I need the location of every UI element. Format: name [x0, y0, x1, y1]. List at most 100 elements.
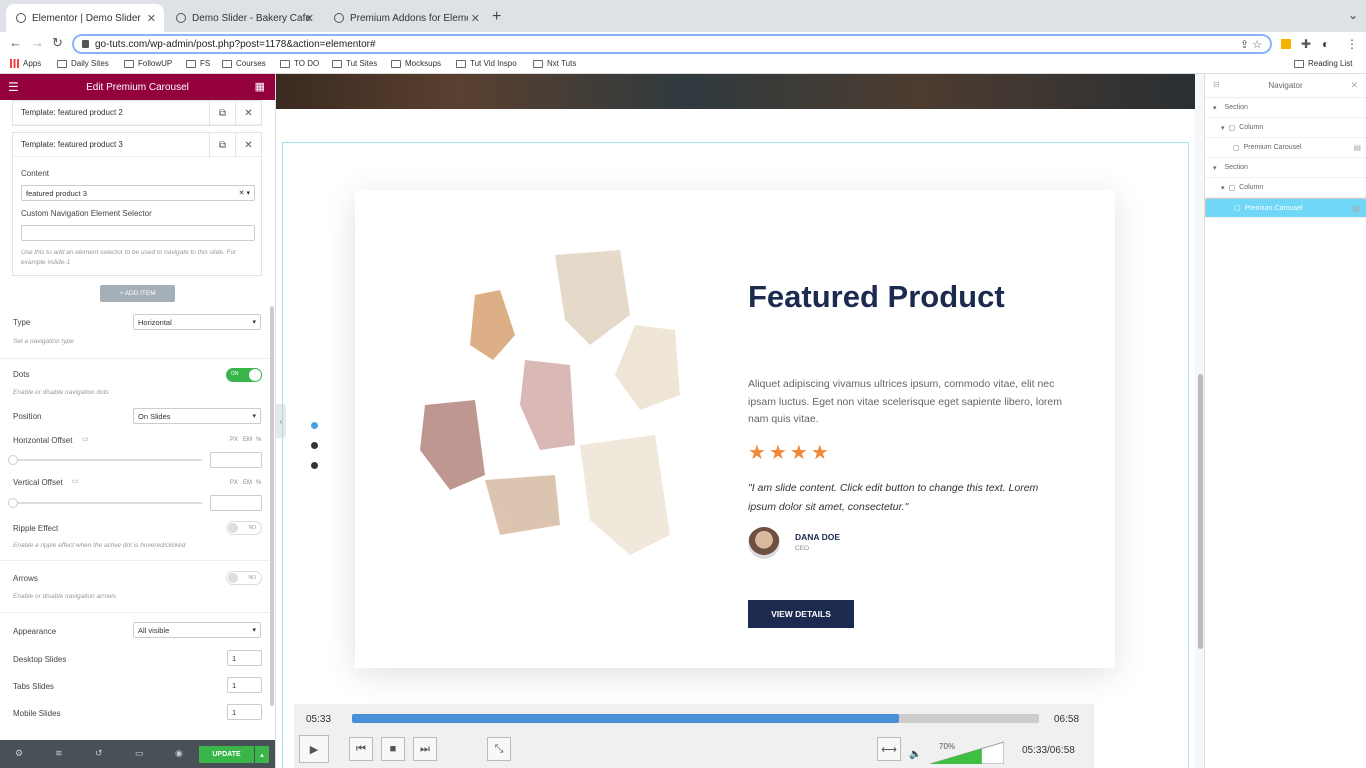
unit-em[interactable]: EM: [243, 437, 252, 443]
stretch-icon[interactable]: ⟷: [877, 737, 901, 761]
duplicate-icon[interactable]: ⧉: [209, 133, 235, 157]
bookmark-followup[interactable]: FollowUP: [124, 59, 172, 68]
chevron-up-icon[interactable]: ▴: [255, 746, 269, 763]
layers-icon[interactable]: ≋: [55, 748, 63, 759]
unit-percent[interactable]: %: [256, 437, 261, 443]
duplicate-icon[interactable]: ⧉: [209, 101, 235, 125]
responsive-icon[interactable]: ▭: [135, 748, 144, 759]
profile-icon[interactable]: ◐: [1322, 37, 1329, 51]
hamburger-icon[interactable]: ☰: [8, 80, 19, 94]
toggle-visibility-icon[interactable]: ▤: [1352, 204, 1360, 213]
close-icon[interactable]: ✕: [235, 133, 261, 157]
seek-bar[interactable]: [352, 714, 1039, 723]
h-offset-slider-handle[interactable]: [8, 455, 18, 465]
bookmark-fs[interactable]: FS: [186, 59, 210, 68]
bookmark-daily-sites[interactable]: Daily Sites: [57, 59, 109, 68]
ripple-toggle[interactable]: NO: [226, 521, 262, 535]
bookmark-todo[interactable]: TO DO: [280, 59, 319, 68]
v-offset-input[interactable]: [210, 495, 262, 511]
carousel-slide-card[interactable]: Featured Product Aliquet adipiscing viva…: [355, 190, 1115, 668]
close-icon[interactable]: ✕: [147, 12, 156, 25]
type-select[interactable]: Horizontal ▾: [133, 314, 261, 330]
carousel-dot[interactable]: [311, 462, 318, 469]
repeater-item-3[interactable]: Template: featured product 3 ⧉ ✕ Content…: [12, 132, 262, 276]
close-icon[interactable]: ✕: [305, 12, 314, 25]
unit-px[interactable]: PX: [230, 480, 238, 486]
navigator-item[interactable]: ▢ Premium Carousel ▤: [1205, 138, 1366, 158]
arrows-toggle[interactable]: NO: [226, 571, 262, 585]
close-icon[interactable]: ✕: [1350, 80, 1358, 91]
carousel-dot[interactable]: [311, 442, 318, 449]
skip-back-icon[interactable]: ⏮: [349, 737, 373, 761]
reload-icon[interactable]: ↻: [52, 35, 63, 51]
desktop-icon[interactable]: ▭: [82, 435, 89, 443]
desktop-icon[interactable]: ▭: [72, 477, 79, 485]
panel-scrollbar[interactable]: [270, 306, 274, 706]
carousel-dot[interactable]: [311, 422, 318, 429]
desktop-slides-input[interactable]: 1: [227, 650, 262, 666]
chevron-down-icon[interactable]: ▾: [1221, 124, 1225, 132]
unit-px[interactable]: PX: [230, 437, 238, 443]
bookmark-courses[interactable]: Courses: [222, 59, 266, 68]
play-button[interactable]: ▶: [299, 735, 329, 763]
puzzle-icon[interactable]: ✚: [1301, 37, 1311, 51]
reading-list[interactable]: Reading List: [1294, 59, 1352, 68]
tabs-slides-input[interactable]: 1: [227, 677, 262, 693]
expand-all-icon[interactable]: ⊟: [1213, 80, 1220, 89]
navigator-item[interactable]: ▢ Premium Carousel ▤: [1205, 198, 1366, 218]
mobile-slides-input[interactable]: 1: [227, 704, 262, 720]
content-select[interactable]: featured product 3 ✕ ▾: [21, 185, 255, 201]
h-offset-input[interactable]: [210, 452, 262, 468]
unit-em[interactable]: EM: [243, 480, 252, 486]
navigator-item[interactable]: ▾ ▢ Column: [1205, 178, 1366, 198]
view-details-button[interactable]: VIEW DETAILS: [748, 600, 854, 628]
custom-nav-input[interactable]: [21, 225, 255, 241]
appearance-select[interactable]: All visible ▾: [133, 622, 261, 638]
add-item-button[interactable]: + ADD ITEM: [100, 285, 175, 302]
dots-toggle[interactable]: ON: [226, 368, 262, 382]
url-input[interactable]: go-tuts.com/wp-admin/post.php?post=1178&…: [72, 34, 1272, 54]
close-icon[interactable]: ✕: [471, 12, 480, 25]
close-icon[interactable]: ✕: [235, 101, 261, 125]
v-offset-slider-handle[interactable]: [8, 498, 18, 508]
bookmark-tut-sites[interactable]: Tut Sites: [332, 59, 377, 68]
h-offset-slider[interactable]: [12, 459, 202, 461]
back-arrow-icon[interactable]: ←: [9, 35, 22, 50]
volume-icon[interactable]: 🔈: [909, 749, 921, 760]
bookmark-apps[interactable]: Apps: [10, 59, 41, 68]
new-tab-button[interactable]: +: [492, 8, 501, 26]
chevron-down-icon[interactable]: ⌄: [1348, 8, 1358, 22]
preview-eye-icon[interactable]: ◉: [175, 748, 183, 759]
menu-kebab-icon[interactable]: ⋮: [1346, 37, 1358, 51]
canvas-scrollbar[interactable]: [1198, 374, 1203, 649]
chevron-down-icon[interactable]: ▾: [1221, 184, 1225, 192]
skip-forward-icon[interactable]: ⏭: [413, 737, 437, 761]
bookmark-mocksups[interactable]: Mocksups: [391, 59, 441, 68]
chevron-down-icon[interactable]: ▾: [1213, 104, 1217, 112]
toggle-visibility-icon[interactable]: ▤: [1353, 143, 1361, 152]
bookmark-tut-vid-inspo[interactable]: Tut Vid Inspo: [456, 59, 517, 68]
position-select[interactable]: On Slides ▾: [133, 408, 261, 424]
repeater-item-2[interactable]: Template: featured product 2 ⧉ ✕: [12, 100, 262, 126]
forward-arrow-icon[interactable]: →: [31, 35, 44, 50]
navigator-item[interactable]: ▾ Section: [1205, 98, 1366, 118]
browser-tab-elementor[interactable]: Elementor | Demo Slider ✕: [6, 4, 164, 32]
chevron-down-icon[interactable]: ▾: [1213, 164, 1217, 172]
extension-icon[interactable]: [1281, 39, 1291, 49]
settings-gear-icon[interactable]: ⚙: [15, 748, 23, 759]
navigator-item[interactable]: ▾ ▢ Column: [1205, 118, 1366, 138]
bookmark-nxt-tuts[interactable]: Nxt Tuts: [533, 59, 576, 68]
navigator-item[interactable]: ▾ Section: [1205, 158, 1366, 178]
fullscreen-icon[interactable]: ⤡: [487, 737, 511, 761]
stop-icon[interactable]: ■: [381, 737, 405, 761]
browser-tab-bakery[interactable]: Demo Slider - Bakery Cafe ✕: [166, 4, 322, 32]
unit-percent[interactable]: %: [256, 480, 261, 486]
browser-tab-premium-addons[interactable]: Premium Addons for Elementor ✕: [324, 4, 488, 32]
v-offset-slider[interactable]: [12, 502, 202, 504]
update-button[interactable]: UPDATE: [199, 746, 254, 763]
share-star-icons[interactable]: ⇪ ☆: [1240, 38, 1262, 51]
history-icon[interactable]: ↺: [95, 748, 103, 759]
repeater-row[interactable]: Template: featured product 3 ⧉ ✕: [13, 133, 261, 157]
grid-icon[interactable]: ▦: [255, 80, 265, 93]
repeater-row[interactable]: Template: featured product 2 ⧉ ✕: [13, 101, 261, 125]
